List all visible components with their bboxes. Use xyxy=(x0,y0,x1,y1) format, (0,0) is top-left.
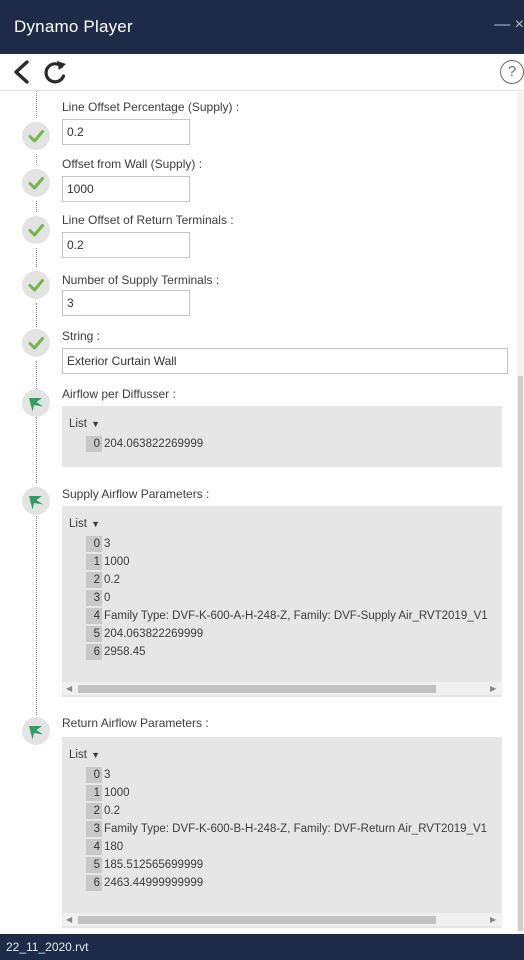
scrollbar-thumb[interactable] xyxy=(78,685,436,693)
output-watch-panel: List ▼ 03 1 1000 2 0.2 30 4 Family Type: DV… xyxy=(62,506,502,697)
input-label: Line Offset of Return Terminals : xyxy=(62,213,234,227)
input-label: Offset from Wall (Supply) : xyxy=(62,157,203,171)
success-status-icon xyxy=(22,122,50,150)
scroll-left-icon[interactable]: ◀ xyxy=(66,913,72,926)
chevron-left-icon xyxy=(14,60,29,84)
success-status-icon xyxy=(22,271,50,299)
refresh-button[interactable] xyxy=(42,59,70,87)
checkmark-icon xyxy=(28,337,44,350)
status-bar: 22_11_2020.rvt xyxy=(0,934,524,960)
return-line-offset-input[interactable] xyxy=(62,232,190,258)
offset-from-wall-input[interactable] xyxy=(62,176,190,202)
list-item: 4 Family Type: DVF-K-600-A-H-248-Z, Famil… xyxy=(86,608,488,624)
title-bar: Dynamo Player — × xyxy=(0,0,524,54)
window-title: Dynamo Player xyxy=(14,17,133,36)
list-item: 1 1000 xyxy=(86,785,130,801)
list-item: 6 2463.44999999999 xyxy=(86,875,203,891)
scroll-left-icon[interactable]: ◀ xyxy=(66,682,72,695)
window-controls[interactable]: — × xyxy=(494,16,524,34)
timeline-connector xyxy=(36,361,37,389)
flag-icon xyxy=(29,496,43,510)
checkmark-icon xyxy=(28,130,44,143)
scroll-right-icon[interactable]: ▶ xyxy=(490,682,496,695)
input-label: String : xyxy=(62,329,101,343)
output-watch-panel: List ▼ 03 1 1000 2 0.2 3 Family Type: DVF-K… xyxy=(62,737,502,928)
supply-terminal-count-input[interactable] xyxy=(62,290,190,316)
list-header[interactable]: List ▼ xyxy=(69,518,100,530)
timeline-connector xyxy=(36,417,37,483)
output-status-icon xyxy=(22,717,50,745)
timeline-connector xyxy=(36,248,37,267)
string-input[interactable] xyxy=(62,348,508,374)
list-item: 5 185.512565699999 xyxy=(86,857,203,873)
document-name: 22_11_2020.rvt xyxy=(6,940,89,954)
list-item: 03 xyxy=(86,536,110,552)
timeline-connector xyxy=(36,91,37,118)
output-status-icon xyxy=(22,389,50,417)
list-item: 2 0.2 xyxy=(86,803,120,819)
output-status-icon xyxy=(22,487,50,515)
list-header[interactable]: List ▼ xyxy=(69,749,100,761)
timeline-connector xyxy=(36,303,37,327)
success-status-icon xyxy=(22,216,50,244)
checkmark-icon xyxy=(28,279,44,292)
success-status-icon xyxy=(22,329,50,357)
list-item: 0 204.063822269999 xyxy=(86,436,203,452)
line-offset-supply-input[interactable] xyxy=(62,119,190,145)
timeline-connector xyxy=(36,154,37,165)
list-item: 4 180 xyxy=(86,839,123,855)
list-header[interactable]: List ▼ xyxy=(69,418,100,430)
output-label: Return Airflow Parameters : xyxy=(62,716,209,730)
timeline-connector xyxy=(36,201,37,212)
success-status-icon xyxy=(22,169,50,197)
timeline-connector xyxy=(36,511,37,715)
list-item: 30 xyxy=(86,590,110,606)
back-button[interactable] xyxy=(10,59,34,85)
list-item: 1 1000 xyxy=(86,554,130,570)
input-label: Line Offset Percentage (Supply) : xyxy=(62,100,240,114)
list-item: 3 Family Type: DVF-K-600-B-H-248-Z, Famil… xyxy=(86,821,487,837)
help-button[interactable]: ? xyxy=(500,60,524,84)
horizontal-scrollbar[interactable]: ◀ ▶ xyxy=(62,682,502,695)
input-label: Number of Supply Terminals : xyxy=(62,273,220,287)
flag-icon xyxy=(29,398,43,412)
output-watch-panel: List ▼ 0 204.063822269999 xyxy=(62,406,502,467)
scrollbar-thumb[interactable] xyxy=(518,376,523,931)
refresh-icon xyxy=(44,61,66,84)
graph-panel: Line Offset Percentage (Supply) : Offset… xyxy=(0,91,524,934)
scroll-right-icon[interactable]: ▶ xyxy=(490,913,496,926)
vertical-scrollbar[interactable] xyxy=(517,92,524,934)
output-label: Airflow per Diffusser : xyxy=(62,387,176,401)
output-label: Supply Airflow Parameters : xyxy=(62,487,210,501)
toolbar: ? xyxy=(0,54,524,91)
flag-icon xyxy=(29,726,43,740)
horizontal-scrollbar[interactable]: ◀ ▶ xyxy=(62,913,502,926)
list-item: 03 xyxy=(86,767,110,783)
checkmark-icon xyxy=(28,224,44,237)
checkmark-icon xyxy=(28,177,44,190)
scrollbar-thumb[interactable] xyxy=(78,916,436,924)
list-item: 5 204.063822269999 xyxy=(86,626,203,642)
list-item: 6 2958.45 xyxy=(86,644,146,660)
list-item: 2 0.2 xyxy=(86,572,120,588)
